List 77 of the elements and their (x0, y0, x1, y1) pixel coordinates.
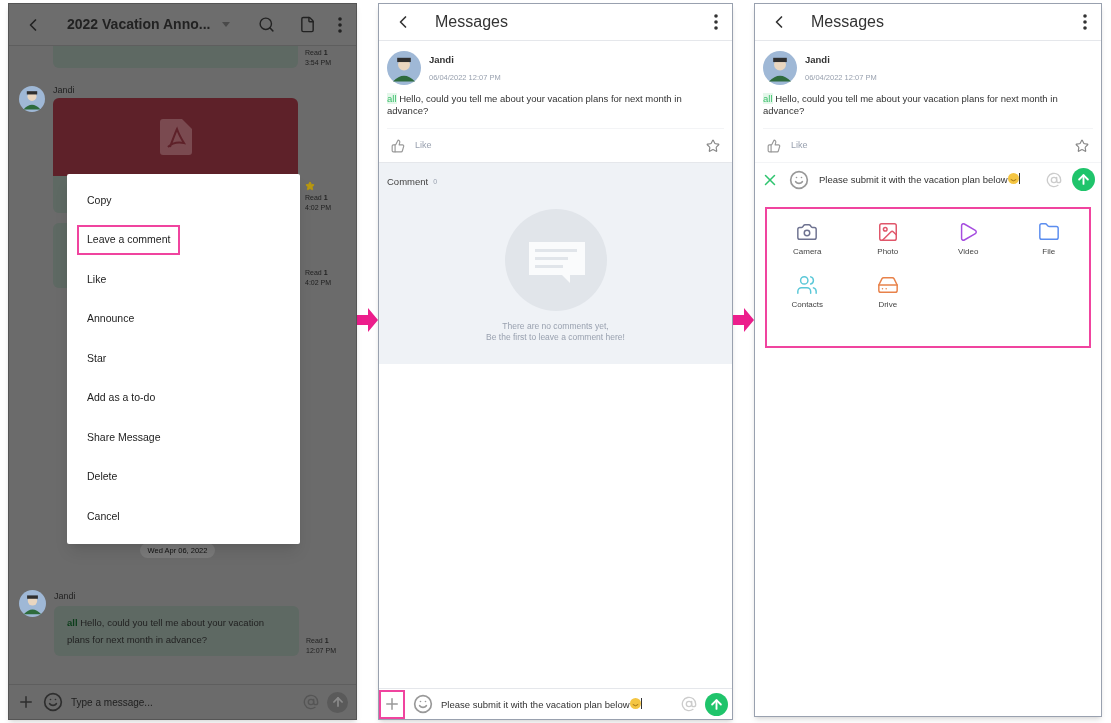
chat-title: 2022 Vacation Anno... (67, 15, 211, 34)
arrow-icon (733, 308, 754, 332)
arrow-up-icon (330, 695, 345, 709)
more-button[interactable] (1083, 14, 1087, 30)
empty-comments-text: There are no comments yet, (502, 321, 609, 333)
emoji-button[interactable] (413, 694, 433, 714)
menu-item[interactable]: Add as a to-do (77, 383, 166, 414)
menu-item[interactable]: Announce (77, 304, 145, 335)
message-input[interactable]: Type a message... (71, 694, 295, 710)
more-icon (338, 16, 342, 33)
photo-icon (876, 221, 899, 243)
avatar-icon (763, 51, 797, 85)
search-icon (258, 16, 275, 33)
composer-text[interactable]: Please submit it with the vacation plan below (819, 173, 1036, 186)
emoji-icon (629, 697, 641, 709)
plus-button[interactable] (379, 689, 405, 719)
star-button[interactable] (706, 138, 720, 153)
send-button[interactable] (705, 692, 728, 716)
menu-item[interactable]: Copy (77, 185, 122, 216)
send-button[interactable] (1072, 168, 1095, 191)
file-icon (1037, 221, 1060, 243)
at-sign-icon (681, 696, 697, 712)
avatar-icon (19, 86, 45, 112)
menu-item[interactable]: Share Message (77, 422, 171, 453)
star-button[interactable] (1075, 138, 1089, 153)
sender-name: Jandi (54, 590, 77, 604)
plus-button[interactable] (17, 693, 35, 711)
attachment-option[interactable]: Camera (767, 221, 848, 258)
more-icon (714, 14, 718, 30)
avatar-icon (19, 590, 46, 618)
menu-item[interactable]: Cancel (77, 501, 130, 532)
empty-comments-icon (502, 209, 609, 312)
menu-item[interactable]: Like (77, 264, 117, 295)
sender-name: Jandi (53, 84, 76, 97)
empty-comments-text: Be the first to leave a comment here! (486, 332, 625, 344)
composer-text[interactable]: Please submit it with the vacation plan below (441, 697, 673, 711)
emoji-icon (1007, 173, 1019, 184)
menu-item[interactable]: Delete (77, 462, 128, 493)
plus-icon (383, 695, 401, 713)
sender-name: Jandi (805, 53, 831, 68)
arrow-icon (357, 308, 378, 332)
attachment-option[interactable]: Video (928, 221, 1009, 258)
attachment-option[interactable]: Photo (847, 221, 928, 258)
screen-title: Messages (811, 12, 884, 32)
star-icon (706, 138, 720, 153)
smiley-icon (789, 169, 809, 190)
menu-item[interactable]: Leave a comment (77, 225, 181, 256)
more-button[interactable] (714, 14, 718, 30)
thumbs-up-icon (767, 138, 781, 153)
at-sign-icon (1046, 171, 1062, 188)
message-text: all Hello, could you tell me about your vacation plans for next month in advance? (387, 93, 683, 117)
caret-icon[interactable] (222, 22, 231, 27)
search-button[interactable] (258, 16, 275, 33)
emoji-button[interactable] (43, 692, 63, 712)
file-icon (299, 16, 316, 33)
plus-icon (17, 693, 35, 711)
emoji-button[interactable] (789, 169, 809, 190)
contacts-icon (796, 274, 819, 296)
thumbs-up-icon (391, 138, 405, 153)
comment-label: Comment (387, 175, 429, 189)
attachment-option[interactable]: Drive (847, 274, 928, 311)
smiley-icon (43, 692, 63, 712)
star-icon (1075, 138, 1089, 153)
camera-icon (796, 221, 819, 243)
message-text: all Hello, could you tell me about your vacation plans for next month in advance? (763, 93, 1059, 117)
avatar-icon (387, 51, 421, 85)
attachment-option[interactable]: File (1008, 221, 1089, 258)
attachment-option[interactable]: Contacts (767, 274, 848, 311)
smiley-icon (413, 694, 433, 714)
file-button[interactable] (299, 16, 316, 33)
screen-title: Messages (435, 12, 508, 32)
menu-item[interactable]: Star (77, 343, 117, 374)
sender-name: Jandi (429, 53, 455, 68)
pdf-icon (159, 119, 192, 155)
drive-icon (876, 274, 899, 296)
more-icon (1083, 14, 1087, 30)
send-button[interactable] (327, 691, 348, 713)
